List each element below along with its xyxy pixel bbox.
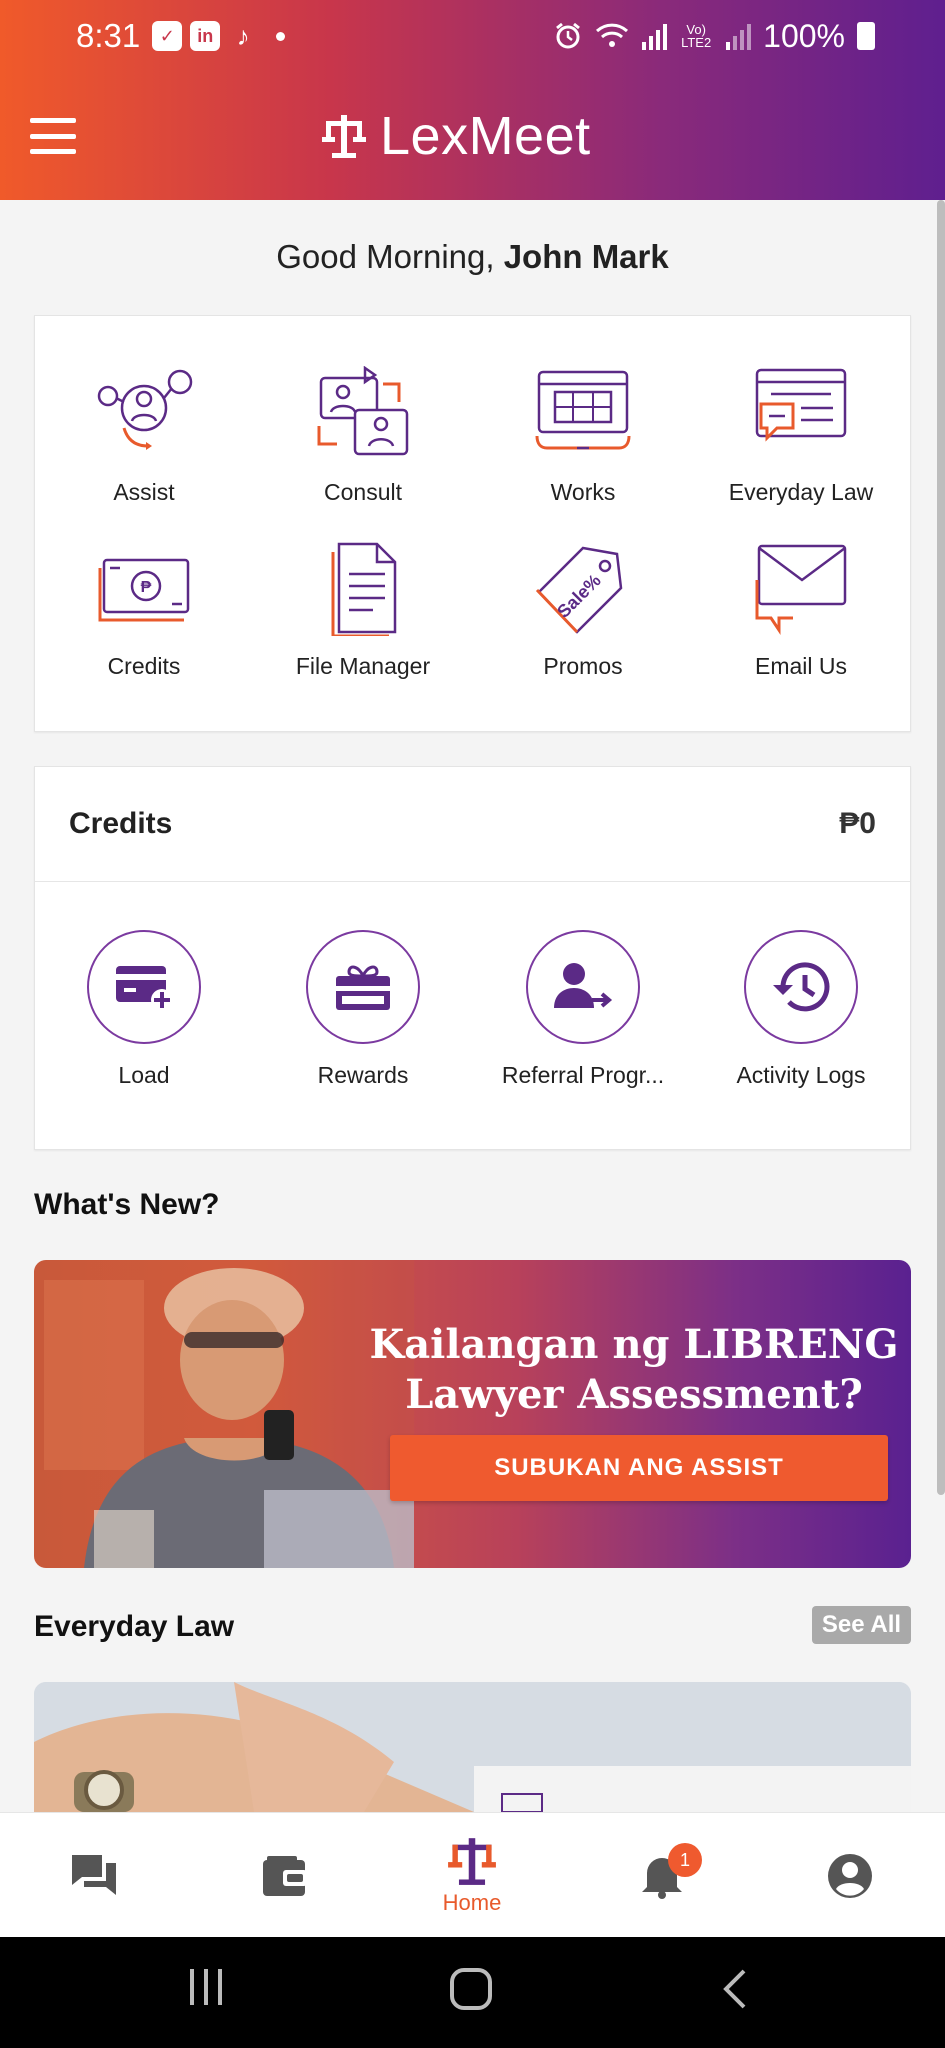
status-bar: 8:31 ✓ in ♪ Vo) LTE2 100% bbox=[0, 0, 945, 72]
activity-logs-button[interactable]: Activity Logs bbox=[691, 930, 911, 1089]
referral-program-button[interactable]: Referral Progr... bbox=[473, 930, 693, 1089]
tiktok-icon: ♪ bbox=[236, 20, 250, 51]
scales-logo-icon bbox=[322, 115, 366, 158]
service-email-us[interactable]: Email Us bbox=[691, 540, 911, 680]
greeting: Good Morning, John Mark bbox=[0, 238, 945, 276]
app-header: 8:31 ✓ in ♪ Vo) LTE2 100% LexMeet bbox=[0, 0, 945, 200]
greeting-prefix: Good Morning, bbox=[276, 238, 495, 275]
nav-profile[interactable] bbox=[790, 1813, 910, 1938]
whats-new-title: What's New? bbox=[34, 1188, 220, 1221]
recent-apps-icon[interactable] bbox=[186, 1967, 226, 2007]
services-card: Assist Consult Works Everyday Law ₱ Cred… bbox=[34, 315, 911, 732]
user-name: John Mark bbox=[503, 238, 669, 275]
profile-icon bbox=[828, 1853, 872, 1898]
service-label: Assist bbox=[113, 479, 175, 505]
nav-home-label: Home bbox=[442, 1889, 502, 1915]
wallet-icon bbox=[263, 1855, 307, 1896]
menu-icon bbox=[30, 118, 76, 123]
promos-icon: Sale% bbox=[535, 546, 623, 634]
nav-home[interactable]: Home bbox=[412, 1813, 532, 1938]
consult-icon bbox=[317, 365, 409, 456]
credits-header: Credits ₱0 bbox=[35, 767, 910, 882]
credits-title: Credits bbox=[69, 807, 173, 840]
works-icon bbox=[535, 370, 631, 450]
service-label: Email Us bbox=[754, 653, 847, 679]
load-card-icon bbox=[116, 966, 173, 1011]
email-icon bbox=[755, 544, 847, 635]
back-icon[interactable] bbox=[720, 1967, 750, 2011]
everyday-law-title: Everyday Law bbox=[34, 1610, 235, 1643]
load-label: Load bbox=[118, 1062, 170, 1088]
nav-chat[interactable] bbox=[34, 1813, 154, 1938]
battery-icon bbox=[857, 22, 875, 50]
service-everyday-law[interactable]: Everyday Law bbox=[691, 366, 911, 506]
referral-icon bbox=[554, 963, 613, 1008]
article-thumbnail bbox=[34, 1682, 911, 1812]
service-promos[interactable]: Sale% Promos bbox=[473, 540, 693, 680]
home-button-icon[interactable] bbox=[449, 1967, 493, 2011]
menu-button[interactable] bbox=[30, 118, 76, 154]
battery-level: 100% bbox=[763, 17, 845, 54]
service-label: Everyday Law bbox=[728, 479, 874, 505]
service-label: File Manager bbox=[295, 653, 431, 679]
service-file-manager[interactable]: File Manager bbox=[253, 540, 473, 680]
messenger-icon: ✓ bbox=[152, 21, 183, 51]
service-label: Consult bbox=[324, 479, 402, 505]
nav-notifications[interactable]: 1 bbox=[602, 1813, 722, 1938]
service-assist[interactable]: Assist bbox=[34, 366, 254, 506]
svg-text:Sale%: Sale% bbox=[553, 570, 605, 622]
credits-balance: ₱0 bbox=[839, 807, 876, 840]
see-all-button[interactable]: See All bbox=[812, 1606, 911, 1644]
credits-icon: ₱ bbox=[98, 558, 190, 622]
service-works[interactable]: Works bbox=[473, 366, 693, 506]
notification-badge: 1 bbox=[668, 1843, 702, 1877]
load-button[interactable]: Load bbox=[34, 930, 254, 1089]
gift-icon bbox=[336, 965, 390, 1010]
service-label: Promos bbox=[543, 653, 623, 679]
app-logo: LexMeet bbox=[322, 105, 591, 167]
try-assist-button[interactable]: SUBUKAN ANG ASSIST bbox=[390, 1435, 888, 1501]
everyday-law-article-card[interactable] bbox=[34, 1682, 911, 1812]
banner-headline: Kailangan ng LIBRENG Lawyer Assessment? bbox=[369, 1321, 899, 1418]
status-app-icons: ✓ in ♪ bbox=[152, 20, 286, 51]
service-consult[interactable]: Consult bbox=[253, 365, 473, 506]
assist-promo-banner[interactable]: Kailangan ng LIBRENG Lawyer Assessment? … bbox=[34, 1260, 911, 1568]
rewards-button[interactable]: Rewards bbox=[253, 930, 473, 1089]
system-navigation-bar bbox=[0, 1937, 945, 2048]
chat-icon bbox=[72, 1854, 116, 1895]
svg-text:₱: ₱ bbox=[141, 579, 152, 596]
history-icon bbox=[773, 962, 830, 1012]
status-time: 8:31 bbox=[76, 17, 141, 54]
assist-icon bbox=[97, 369, 193, 450]
referral-label: Referral Progr... bbox=[501, 1062, 665, 1088]
app-title: LexMeet bbox=[380, 106, 591, 166]
notification-dot bbox=[276, 31, 286, 41]
banner-photo bbox=[34, 1260, 414, 1568]
nav-wallet[interactable] bbox=[224, 1813, 344, 1938]
linkedin-icon: in bbox=[190, 21, 221, 51]
bottom-navigation: Home 1 bbox=[0, 1812, 945, 1937]
alarm-icon bbox=[556, 22, 581, 49]
activity-logs-label: Activity Logs bbox=[736, 1062, 866, 1088]
service-label: Credits bbox=[107, 653, 181, 679]
credits-card: Credits ₱0 Load Rewards Referral Progr..… bbox=[34, 766, 911, 1150]
home-icon bbox=[448, 1837, 496, 1885]
signal-2-icon bbox=[726, 24, 752, 50]
service-credits[interactable]: ₱ Credits bbox=[34, 540, 254, 680]
wifi-icon bbox=[596, 23, 629, 47]
service-label: Works bbox=[550, 479, 616, 505]
signal-icon bbox=[642, 24, 668, 50]
everyday-law-icon bbox=[755, 368, 847, 442]
file-manager-icon bbox=[331, 542, 397, 638]
rewards-label: Rewards bbox=[317, 1062, 409, 1088]
network-label: Vo) LTE2 bbox=[681, 22, 712, 50]
status-right: Vo) LTE2 100% bbox=[553, 18, 875, 55]
page-scrollbar[interactable] bbox=[937, 200, 945, 1495]
